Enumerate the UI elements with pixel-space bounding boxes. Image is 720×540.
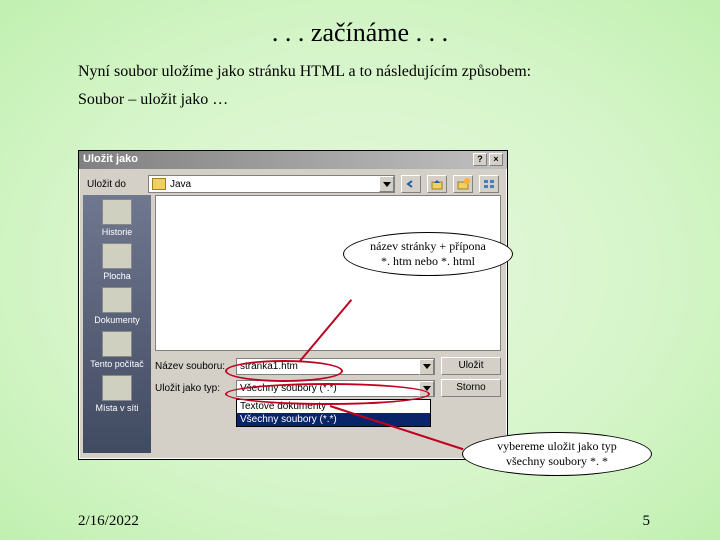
intro-text: Nyní soubor uložíme jako stránku HTML a … [78, 63, 660, 81]
places-bar: Historie Plocha Dokumenty Tento počítač … [83, 195, 151, 453]
chevron-down-icon[interactable] [379, 176, 394, 192]
close-button[interactable]: × [489, 153, 503, 166]
place-network[interactable]: Místa v síti [83, 375, 151, 413]
place-computer[interactable]: Tento počítač [83, 331, 151, 369]
note1-line1: název stránky + přípona [354, 239, 502, 254]
step-text: Soubor – uložit jako … [78, 91, 660, 109]
cancel-button[interactable]: Storno [441, 379, 501, 397]
filename-label: Název souboru: [155, 361, 230, 372]
footer-page: 5 [643, 513, 651, 530]
type-option-all[interactable]: Všechny soubory (*.*) [237, 413, 430, 426]
save-dialog: Uložit jako ? × Uložit do Java Historie … [78, 150, 508, 460]
filetype-label: Uložit jako typ: [155, 383, 230, 394]
annotation-note-filetype: vybereme uložit jako typ všechny soubory… [462, 432, 652, 476]
help-button[interactable]: ? [473, 153, 487, 166]
chevron-down-icon[interactable] [419, 359, 434, 375]
place-history[interactable]: Historie [83, 199, 151, 237]
annotation-oval-filename [225, 360, 343, 382]
footer-date: 2/16/2022 [78, 513, 139, 530]
views-icon[interactable] [479, 175, 499, 193]
note1-line2: *. htm nebo *. html [354, 254, 502, 269]
note2-line1: vybereme uložit jako typ [473, 439, 641, 454]
annotation-oval-filetype [225, 383, 430, 405]
save-button[interactable]: Uložit [441, 357, 501, 375]
note2-line2: všechny soubory *. * [473, 454, 641, 469]
dialog-title: Uložit jako [83, 153, 138, 167]
place-desktop[interactable]: Plocha [83, 243, 151, 281]
annotation-note-filename: název stránky + přípona *. htm nebo *. h… [343, 232, 513, 276]
savein-label: Uložit do [87, 179, 142, 190]
savein-folder: Java [170, 179, 191, 190]
place-documents[interactable]: Dokumenty [83, 287, 151, 325]
back-icon[interactable] [401, 175, 421, 193]
new-folder-icon[interactable] [453, 175, 473, 193]
folder-icon [152, 178, 166, 190]
savein-combo[interactable]: Java [148, 175, 395, 193]
up-folder-icon[interactable] [427, 175, 447, 193]
dialog-titlebar: Uložit jako ? × [79, 151, 507, 169]
page-title: . . . začínáme . . . [0, 0, 720, 48]
footer: 2/16/2022 5 [0, 513, 720, 530]
